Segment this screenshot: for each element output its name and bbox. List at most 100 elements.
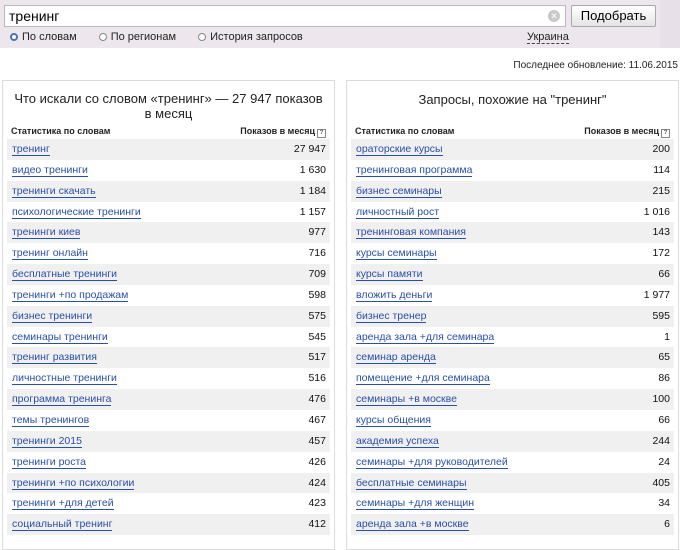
- column-header-count: Показов в месяц?: [240, 126, 326, 138]
- table-row: тренинговая компания 143: [351, 222, 674, 244]
- table-row: бесплатные семинары 405: [351, 472, 674, 494]
- query-link[interactable]: психологические тренинги: [12, 206, 141, 219]
- query-link[interactable]: тренинговая программа: [356, 164, 473, 177]
- query-link[interactable]: аренда зала +для семинара: [356, 331, 495, 344]
- query-link[interactable]: социальный тренинг: [12, 518, 113, 532]
- mode-history[interactable]: История запросов: [198, 31, 303, 43]
- impressions-count: 423: [308, 497, 326, 510]
- table-row: семинар аренда 65: [351, 347, 674, 369]
- query-link[interactable]: академия успеха: [356, 435, 439, 448]
- column-header-count-label: Показов в месяц: [584, 126, 659, 136]
- query-link[interactable]: тренинг: [12, 143, 50, 156]
- words-panel: Что искали со словом «тренинг» — 27 947 …: [2, 80, 335, 550]
- impressions-count: 405: [652, 476, 670, 489]
- impressions-count: 457: [308, 434, 326, 447]
- query-link[interactable]: личностные тренинги: [12, 372, 117, 386]
- mode-by-regions[interactable]: По регионам: [98, 31, 177, 43]
- words-table: тренинг 27 947 видео тренинги 1 630 тренинги…: [7, 139, 330, 536]
- table-row: аренда зала +для семинара 1: [351, 327, 674, 348]
- similar-panel: Запросы, похожие на "тренинг" Статистика…: [346, 80, 679, 550]
- column-header-query: Статистика по словам: [11, 126, 111, 136]
- column-header-count: Показов в месяц?: [584, 126, 670, 138]
- query-link[interactable]: тренинги +для детей: [12, 497, 114, 511]
- query-link[interactable]: бизнес тренер: [356, 310, 427, 323]
- query-link[interactable]: аренда зала +в москве: [356, 518, 469, 532]
- submit-button[interactable]: Подобрать: [571, 5, 656, 27]
- impressions-count: 977: [308, 226, 326, 239]
- mode-label: По регионам: [110, 31, 177, 43]
- table-row: личностный рост 1 016: [351, 202, 674, 223]
- similar-panel-title: Запросы, похожие на "тренинг": [418, 92, 607, 107]
- search-input[interactable]: [5, 6, 529, 26]
- query-link[interactable]: бизнес тренинги: [12, 310, 93, 323]
- query-link[interactable]: курсы общения: [356, 414, 431, 427]
- query-link[interactable]: семинары +для женщин: [356, 497, 475, 511]
- query-link[interactable]: курсы памяти: [356, 268, 423, 282]
- impressions-count: 476: [308, 393, 326, 406]
- query-link[interactable]: помещение +для семинара: [356, 372, 490, 386]
- query-link[interactable]: личностный рост: [356, 206, 440, 219]
- clear-icon[interactable]: ✕: [548, 10, 560, 22]
- impressions-count: 575: [308, 309, 326, 322]
- table-row: ораторские курсы 200: [351, 139, 674, 160]
- query-link[interactable]: бизнес семинары: [356, 185, 442, 198]
- impressions-count: 215: [652, 184, 670, 197]
- query-link[interactable]: вложить деньги: [356, 289, 433, 302]
- query-link[interactable]: видео тренинги: [12, 164, 88, 177]
- help-icon[interactable]: ?: [661, 129, 670, 138]
- table-header: Статистика по словам Показов в месяц?: [355, 126, 670, 140]
- help-icon[interactable]: ?: [317, 129, 326, 138]
- table-row: тренинги роста 426: [7, 452, 330, 473]
- query-link[interactable]: семинары +в москве: [356, 393, 457, 407]
- impressions-count: 716: [308, 247, 326, 260]
- query-link[interactable]: программа тренинга: [12, 393, 112, 407]
- table-row: темы тренингов 467: [7, 410, 330, 431]
- query-link[interactable]: тренинги роста: [12, 456, 87, 469]
- query-link[interactable]: курсы семинары: [356, 247, 437, 261]
- query-link[interactable]: семинары +для руководителей: [356, 456, 508, 469]
- query-link[interactable]: семинар аренда: [356, 351, 436, 365]
- impressions-count: 595: [652, 309, 670, 322]
- impressions-count: 1: [664, 330, 670, 343]
- impressions-count: 66: [658, 268, 670, 281]
- last-updated: Последнее обновление: 11.06.2015: [513, 60, 678, 71]
- radio-icon-selected: [10, 33, 18, 41]
- mode-by-words[interactable]: По словам: [10, 31, 77, 43]
- impressions-count: 143: [652, 226, 670, 239]
- table-row: бесплатные тренинги 709: [7, 264, 330, 285]
- query-link[interactable]: тренинги +по психологии: [12, 477, 135, 490]
- query-link[interactable]: тренинг онлайн: [12, 247, 88, 261]
- impressions-count: 545: [308, 330, 326, 343]
- table-row: курсы семинары 172: [351, 243, 674, 264]
- table-row: тренинги +по продажам 598: [7, 285, 330, 306]
- table-row: курсы памяти 66: [351, 264, 674, 285]
- query-link[interactable]: темы тренингов: [12, 414, 90, 427]
- query-link[interactable]: тренинговая компания: [356, 226, 466, 240]
- query-link[interactable]: семинары тренинги: [12, 331, 108, 344]
- table-row: бизнес семинары 215: [351, 180, 674, 202]
- impressions-count: 1 157: [299, 205, 326, 218]
- impressions-count: 467: [308, 413, 326, 426]
- query-link[interactable]: тренинги +по продажам: [12, 289, 129, 302]
- radio-icon: [98, 33, 107, 41]
- impressions-count: 1 630: [299, 163, 326, 176]
- impressions-count: 424: [308, 476, 326, 489]
- table-row: вложить деньги 1 977: [351, 285, 674, 306]
- query-link[interactable]: тренинг развития: [12, 351, 97, 365]
- table-row: бизнес тренер 595: [351, 305, 674, 327]
- query-link[interactable]: тренинги скачать: [12, 185, 96, 198]
- impressions-count: 200: [652, 143, 670, 155]
- table-row: аренда зала +в москве 6: [351, 514, 674, 536]
- query-link[interactable]: тренинги 2015: [12, 435, 82, 448]
- table-row: курсы общения 66: [351, 410, 674, 431]
- query-link[interactable]: бесплатные семинары: [356, 477, 467, 490]
- impressions-count: 1 977: [643, 288, 670, 301]
- column-header-query: Статистика по словам: [355, 126, 455, 136]
- table-row: тренинги скачать 1 184: [7, 180, 330, 202]
- impressions-count: 114: [653, 163, 670, 176]
- table-row: семинары +для руководителей 24: [351, 452, 674, 473]
- region-selector[interactable]: Украина: [527, 31, 569, 44]
- query-link[interactable]: бесплатные тренинги: [12, 268, 117, 282]
- query-link[interactable]: ораторские курсы: [356, 143, 443, 156]
- query-link[interactable]: тренинги киев: [12, 226, 81, 240]
